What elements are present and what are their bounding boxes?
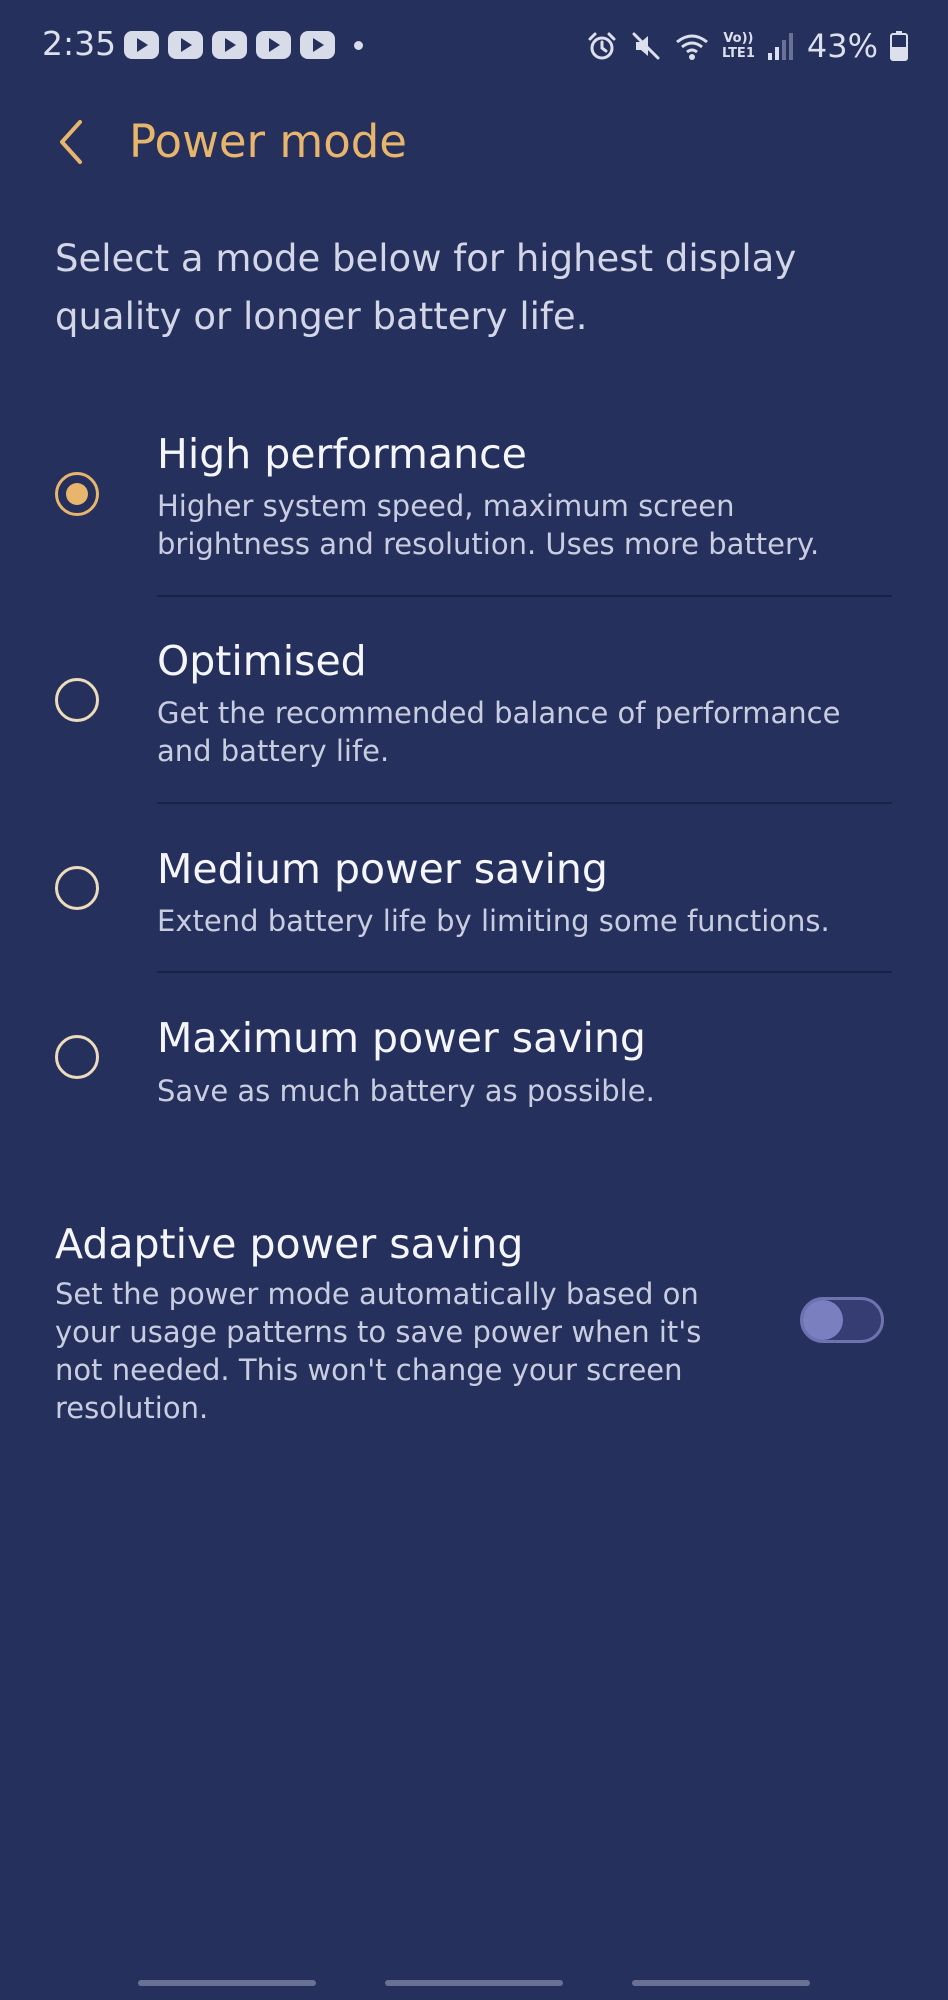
alarm-icon: [588, 32, 616, 60]
nav-handle-right[interactable]: [632, 1980, 810, 1986]
nav-handle-left[interactable]: [138, 1980, 316, 1986]
mode-description: Higher system speed, maximum screen brig…: [157, 489, 820, 561]
mode-description: Save as much battery as possible.: [157, 1074, 655, 1108]
notification-icons: [124, 30, 363, 60]
radio-button[interactable]: [55, 866, 99, 910]
adaptive-power-saving-description: Set the power mode automatically based o…: [55, 1277, 702, 1425]
youtube-icon: [256, 31, 291, 59]
mode-description: Get the recommended balance of performan…: [157, 696, 841, 768]
chevron-left-icon: [60, 120, 82, 164]
nav-handle-center[interactable]: [385, 1980, 563, 1986]
youtube-icon: [124, 31, 159, 59]
youtube-icon: [168, 31, 203, 59]
intro-text: Select a mode below for highest display …: [55, 237, 797, 338]
mode-title: Maximum power saving: [157, 1014, 646, 1062]
dot-icon: [354, 40, 363, 50]
page-title: Power mode: [129, 115, 407, 168]
mode-title: High performance: [157, 430, 527, 478]
back-button[interactable]: [50, 114, 90, 170]
divider: [157, 595, 892, 597]
toggle-knob: [803, 1300, 843, 1340]
status-time: 2:35: [42, 24, 117, 63]
divider: [157, 802, 892, 804]
mute-icon: [632, 32, 660, 60]
radio-button-selected[interactable]: [55, 472, 99, 516]
mode-title: Medium power saving: [157, 845, 608, 893]
mode-title: Optimised: [157, 637, 367, 685]
mode-description: Extend battery life by limiting some fun…: [157, 904, 830, 938]
battery-percent: 43%: [806, 27, 878, 65]
youtube-icon: [212, 31, 247, 59]
volte-icon: Vo)) LTE1: [721, 31, 755, 61]
wifi-icon: [676, 34, 708, 60]
divider: [157, 971, 892, 973]
adaptive-power-saving-title: Adaptive power saving: [55, 1220, 524, 1268]
adaptive-power-saving-toggle[interactable]: [800, 1297, 884, 1343]
radio-button[interactable]: [55, 678, 99, 722]
radio-button[interactable]: [55, 1035, 99, 1079]
youtube-icon: [300, 31, 335, 59]
battery-icon: [890, 31, 908, 61]
system-icons: Vo)) LTE1 43%: [586, 24, 908, 68]
signal-icon: [767, 33, 793, 60]
